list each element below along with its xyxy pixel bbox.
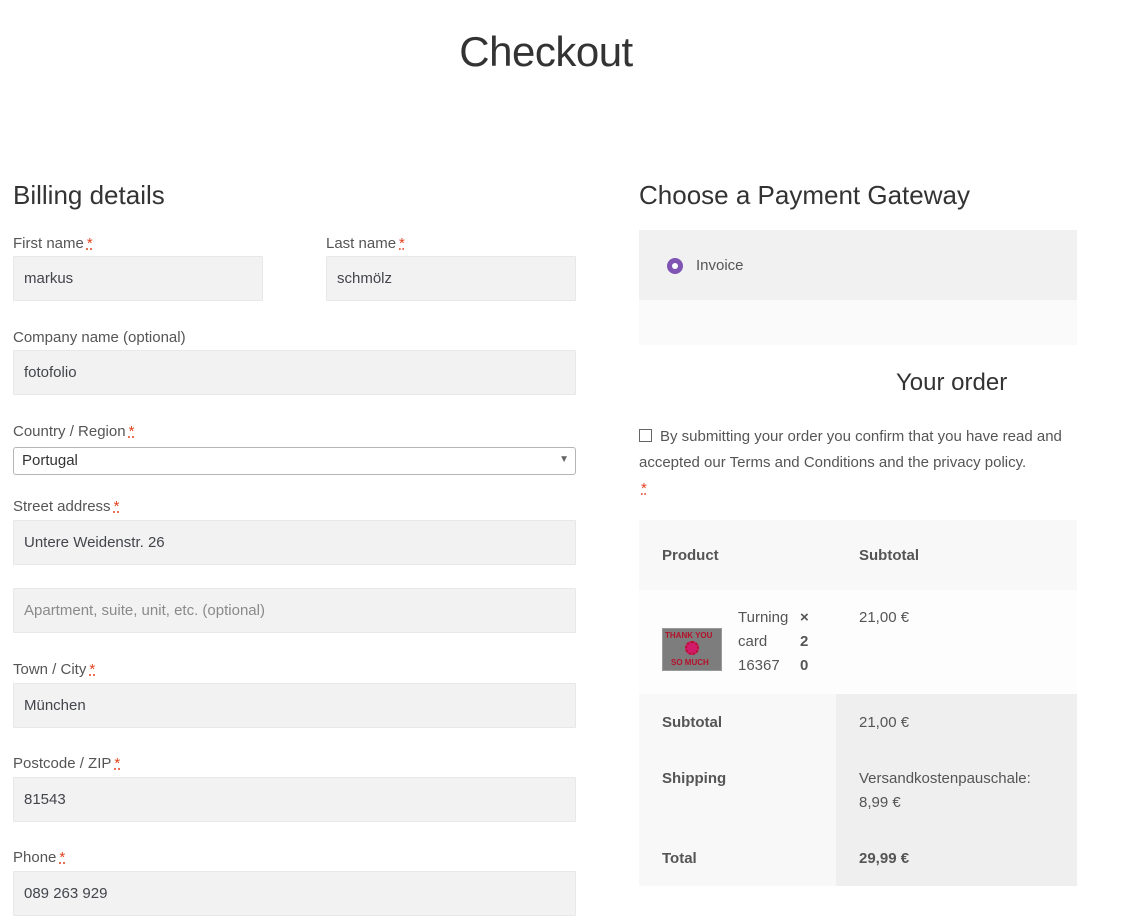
product-name-line: card	[738, 633, 768, 650]
terms-checkbox-row[interactable]: By submitting your order you confirm tha…	[639, 424, 1069, 502]
order-item-row: THANK YOU SO MUCH Turning card 16367 × 2…	[639, 590, 1077, 694]
product-quantity-line: 0	[800, 657, 809, 674]
shipping-method: Versandkostenpauschale:	[859, 770, 1031, 787]
thumbnail-text-bottom: SO MUCH	[671, 658, 709, 667]
product-quantity-line: ×	[800, 609, 809, 626]
required-mark: *	[114, 755, 121, 772]
street-label: Street address *	[13, 498, 120, 515]
product-thumbnail: THANK YOU SO MUCH	[662, 628, 722, 671]
shipping-label: Shipping	[662, 770, 727, 787]
first-name-field[interactable]	[13, 256, 263, 301]
last-name-label: Last name *	[326, 235, 405, 252]
column-header-subtotal: Subtotal	[859, 547, 919, 564]
terms-checkbox[interactable]	[639, 429, 652, 442]
subtotal-value: 21,00 €	[859, 714, 910, 731]
required-mark: *	[399, 235, 405, 252]
country-select[interactable]: Portugal ▼	[13, 447, 576, 475]
order-totals: Subtotal 21,00 € Shipping Versandkostenp…	[639, 694, 1077, 886]
last-name-field[interactable]	[326, 256, 576, 301]
radio-selected-icon[interactable]	[667, 258, 683, 274]
order-heading: Your order	[896, 369, 1008, 396]
street-field[interactable]	[13, 520, 576, 565]
billing-heading: Billing details	[13, 180, 165, 210]
payment-option-invoice[interactable]: Invoice	[639, 230, 1077, 300]
country-select-value: Portugal	[22, 452, 78, 469]
city-field[interactable]	[13, 683, 576, 728]
required-mark: *	[89, 661, 96, 678]
city-label: Town / City *	[13, 661, 96, 678]
column-header-product: Product	[662, 547, 719, 564]
product-name-line: 16367	[738, 657, 780, 674]
company-label: Company name (optional)	[13, 329, 186, 346]
country-label: Country / Region *	[13, 423, 135, 440]
required-mark: *	[113, 498, 120, 515]
phone-field[interactable]	[13, 871, 576, 916]
apartment-field[interactable]	[13, 588, 576, 633]
total-value: 29,99 €	[859, 850, 910, 867]
thumbnail-text-top: THANK YOU	[665, 631, 713, 640]
product-name-line: Turning	[738, 609, 789, 626]
order-table-header: Product Subtotal	[639, 520, 1077, 590]
subtotal-label: Subtotal	[662, 714, 722, 731]
required-mark: *	[128, 423, 135, 440]
required-mark: *	[86, 235, 93, 252]
shipping-value: 8,99 €	[859, 794, 901, 811]
payment-gateway-box: Invoice	[639, 230, 1077, 345]
phone-label: Phone *	[13, 849, 66, 866]
first-name-label: First name *	[13, 235, 93, 252]
required-mark: *	[59, 849, 66, 866]
terms-text: By submitting your order you confirm tha…	[639, 428, 1062, 471]
chevron-down-icon: ▼	[559, 454, 569, 465]
payment-option-label: Invoice	[696, 257, 744, 274]
product-quantity-line: 2	[800, 633, 809, 650]
page-title: Checkout	[459, 28, 633, 75]
company-field[interactable]	[13, 350, 576, 395]
product-subtotal: 21,00 €	[859, 609, 910, 626]
total-label: Total	[662, 850, 697, 867]
required-mark: *	[641, 480, 647, 497]
payment-heading: Choose a Payment Gateway	[639, 180, 970, 210]
flower-icon	[685, 641, 699, 655]
postcode-label: Postcode / ZIP *	[13, 755, 121, 772]
postcode-field[interactable]	[13, 777, 576, 822]
